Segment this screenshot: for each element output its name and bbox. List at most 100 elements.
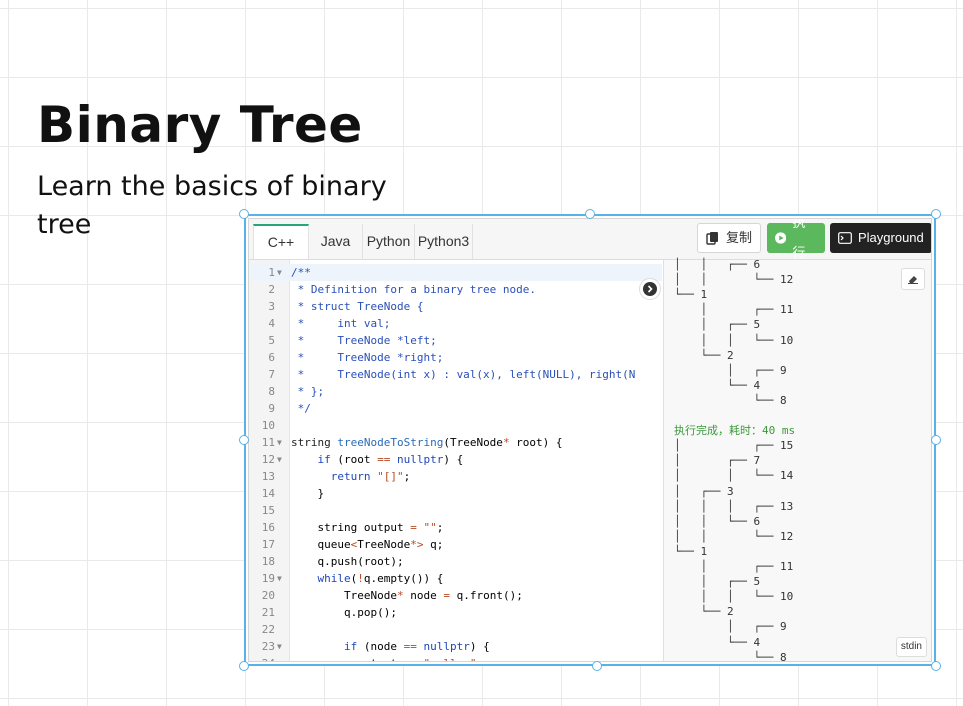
code-widget[interactable]: C++ Java Python Python3 复制 执行 Playground… <box>244 214 936 666</box>
line-number: 20 <box>261 589 275 602</box>
code-line[interactable]: 23 ▼ if (node == nullptr) { <box>249 638 662 655</box>
code-text: output += "null, "; <box>291 655 483 661</box>
code-line[interactable]: 8 * }; <box>249 383 662 400</box>
resize-handle[interactable] <box>239 435 249 445</box>
output-line: │ │ └── 10 <box>674 333 794 347</box>
fold-toggle-icon[interactable]: ▼ <box>277 638 282 655</box>
code-editor[interactable]: 1 ▼/** 2 * Definition for a binary tree no… <box>249 260 662 661</box>
resize-handle[interactable] <box>931 209 941 219</box>
output-line: │ ┌── 11 <box>674 303 794 317</box>
language-tabbar: C++ Java Python Python3 复制 执行 Playground <box>249 219 931 260</box>
output-line: │ ┌── 9 <box>674 363 787 377</box>
code-line[interactable]: 24 output += "null, "; <box>249 655 662 661</box>
code-text: * struct TreeNode { <box>291 300 424 313</box>
code-line[interactable]: 18 q.push(root); <box>249 553 662 570</box>
code-line[interactable]: 1 ▼ /** <box>249 264 662 281</box>
resize-handle[interactable] <box>931 661 941 671</box>
code-line[interactable]: 4 * int val; <box>249 315 662 332</box>
line-number: 2 <box>268 283 275 296</box>
output-line: │ ┌── 15 <box>674 439 794 453</box>
output-line: │ ┌── 5 <box>674 575 761 589</box>
code-line[interactable]: 7 * TreeNode(int x) : val(x), left(NULL)… <box>249 366 662 383</box>
fold-toggle-icon[interactable]: ▼ <box>277 264 282 281</box>
play-icon <box>775 232 787 244</box>
tab-java[interactable]: Java <box>309 224 363 259</box>
code-line[interactable]: 16 string output = ""; <box>249 519 662 536</box>
line-number: 8 <box>268 385 275 398</box>
output-line: └── 2 <box>674 605 734 619</box>
run-status-text: 执行完成，耗时：40 ms <box>674 424 796 438</box>
clear-output-button[interactable] <box>901 268 925 290</box>
code-text: */ <box>291 402 311 415</box>
resize-handle[interactable] <box>585 209 595 219</box>
code-text: * }; <box>291 385 325 398</box>
code-line[interactable]: 17 queue<TreeNode*> q; <box>249 536 662 553</box>
output-line: │ ┌── 5 <box>674 318 761 332</box>
output-line: └── 4 <box>674 635 761 649</box>
eraser-icon <box>908 276 918 284</box>
code-line[interactable]: 21 q.pop(); <box>249 604 662 621</box>
collapse-output-button[interactable] <box>639 278 661 300</box>
code-line[interactable]: 19 ▼ while(!q.empty()) { <box>249 570 662 587</box>
output-panel: │ │ ┌── 6 │ │ └── 12 └── 1 │ ┌── 11 │ ┌── … <box>663 258 931 661</box>
output-line: └── 1 <box>674 288 708 302</box>
output-line: └── 4 <box>674 378 761 392</box>
output-line: │ ┌── 7 <box>674 454 761 468</box>
line-number: 10 <box>261 419 275 432</box>
code-line[interactable]: 2 * Definition for a binary tree node. <box>249 281 662 298</box>
line-number: 9 <box>268 402 275 415</box>
output-line: └── 8 <box>674 393 787 407</box>
line-number: 23 <box>261 640 275 653</box>
tab-python3[interactable]: Python3 <box>415 224 473 259</box>
line-number: 12 <box>261 453 275 466</box>
code-text: return "[]"; <box>330 470 411 483</box>
stdin-button[interactable]: stdin <box>895 637 927 657</box>
output-line: └── 2 <box>674 348 734 362</box>
page-title: Binary Tree <box>37 96 363 154</box>
code-line[interactable]: 13 return "[]"; <box>249 468 662 485</box>
resize-handle[interactable] <box>239 209 249 219</box>
code-text: * Definition for a binary tree node. <box>291 283 537 296</box>
code-line[interactable]: 9 */ <box>249 400 662 417</box>
output-line: │ ┌── 9 <box>674 620 787 634</box>
code-text: /** <box>291 266 311 279</box>
code-text: queue<TreeNode*> q; <box>291 538 444 551</box>
code-line[interactable]: 6 * TreeNode *right; <box>249 349 662 366</box>
code-line[interactable]: 11 ▼ string treeNodeToString(TreeNode* roo… <box>249 434 662 451</box>
code-text: * TreeNode *right; <box>291 351 444 364</box>
output-line: │ │ └── 12 <box>674 273 794 287</box>
line-number: 16 <box>261 521 275 534</box>
code-line[interactable]: 5 * TreeNode *left; <box>249 332 662 349</box>
output-line: │ │ │ ┌── 13 <box>674 499 794 513</box>
resize-handle[interactable] <box>931 435 941 445</box>
code-line[interactable]: 10 <box>249 417 662 434</box>
line-number: 4 <box>268 317 275 330</box>
code-line[interactable]: 12 ▼ if (root == nullptr) { <box>249 451 662 468</box>
code-line[interactable]: 15 <box>249 502 662 519</box>
code-line[interactable]: 3 * struct TreeNode { <box>249 298 662 315</box>
output-line: │ │ └── 14 <box>674 469 794 483</box>
run-button[interactable]: 执行 <box>767 219 825 260</box>
code-text: q.pop(); <box>291 606 397 619</box>
fold-toggle-icon[interactable]: ▼ <box>277 570 282 587</box>
playground-button[interactable]: Playground <box>830 223 931 253</box>
line-number: 3 <box>268 300 275 313</box>
copy-icon <box>706 232 718 245</box>
fold-toggle-icon[interactable]: ▼ <box>277 451 282 468</box>
line-number: 11 <box>261 436 275 449</box>
terminal-icon <box>838 232 852 244</box>
resize-handle[interactable] <box>592 661 602 671</box>
line-number: 22 <box>261 623 275 636</box>
code-text: string output = ""; <box>291 521 444 534</box>
code-line[interactable]: 20 TreeNode* node = q.front(); <box>249 587 662 604</box>
fold-toggle-icon[interactable]: ▼ <box>277 434 282 451</box>
tab-cpp[interactable]: C++ <box>253 224 309 259</box>
code-line[interactable]: 14 } <box>249 485 662 502</box>
tab-python[interactable]: Python <box>363 224 415 259</box>
playground-label: Playground <box>858 230 924 245</box>
resize-handle[interactable] <box>239 661 249 671</box>
line-number: 18 <box>261 555 275 568</box>
line-number: 15 <box>261 504 275 517</box>
code-line[interactable]: 22 <box>249 621 662 638</box>
copy-button[interactable]: 复制 <box>697 223 761 253</box>
